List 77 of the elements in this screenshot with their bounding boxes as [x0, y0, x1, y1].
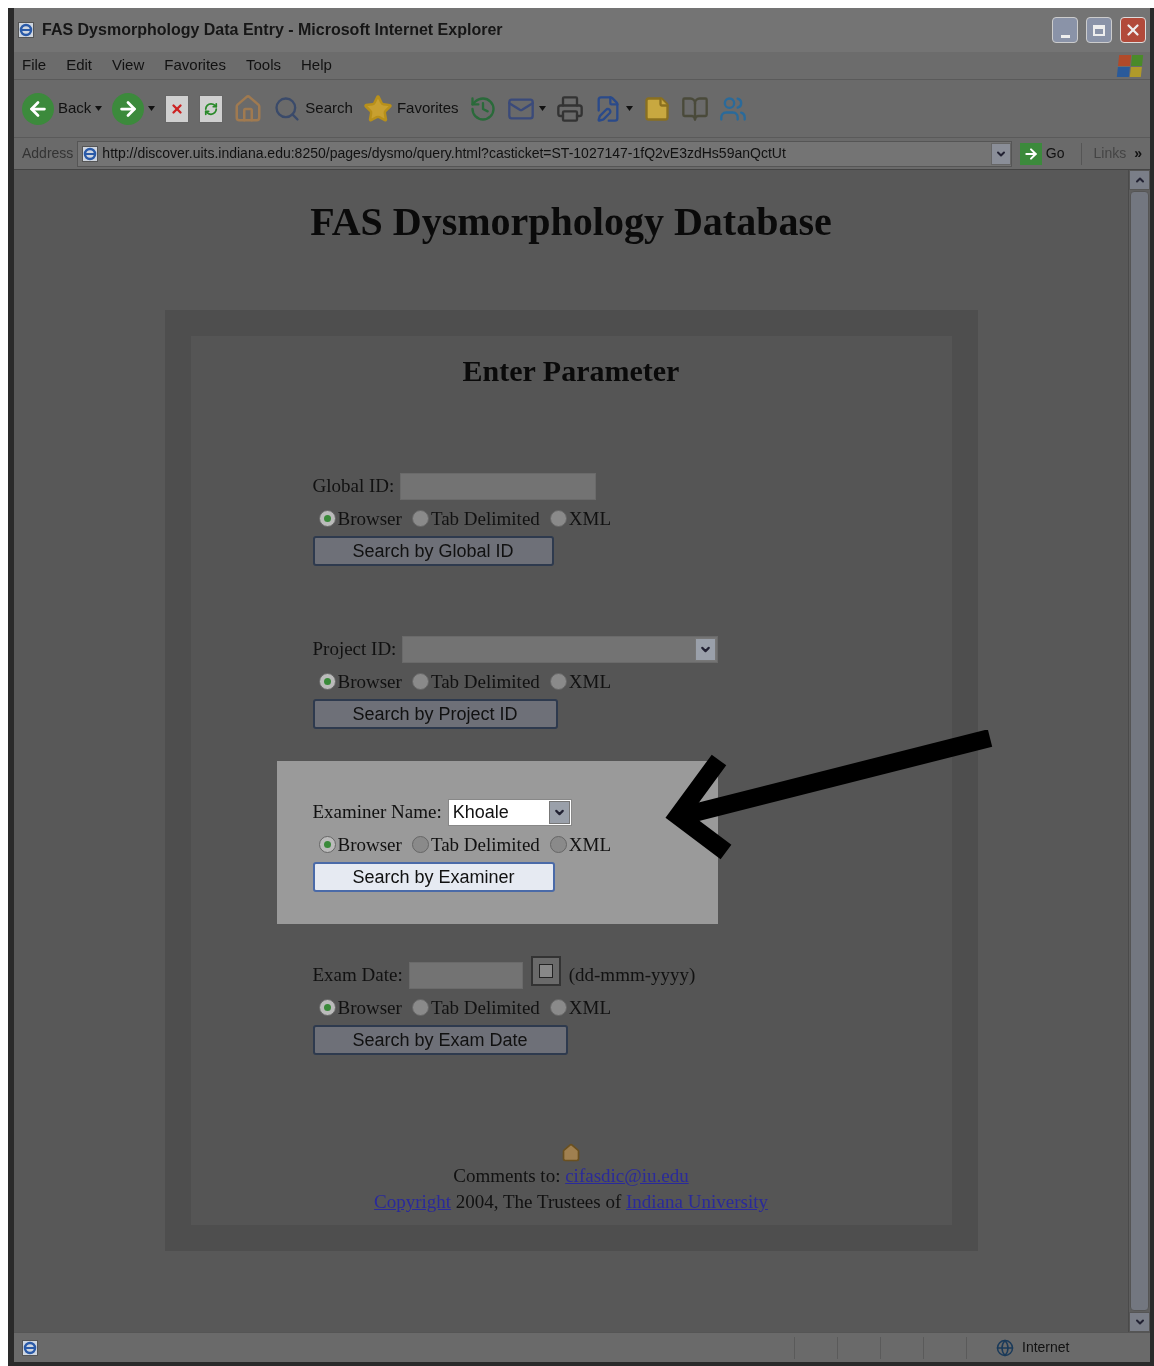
radio-option[interactable]: Browser: [318, 509, 402, 528]
page-icon: [82, 145, 99, 162]
date-format-hint: (dd-mmm-yyyy): [568, 962, 696, 987]
radio-option[interactable]: XML: [549, 998, 612, 1017]
menu-item[interactable]: Tools: [245, 54, 281, 77]
radio-option[interactable]: Tab Delimited: [411, 835, 540, 854]
people-icon: [718, 94, 747, 123]
radio-option[interactable]: Browser: [318, 672, 402, 691]
star-icon: [362, 93, 393, 124]
refresh-icon: [199, 94, 224, 123]
book-icon: [680, 94, 709, 123]
radio-option[interactable]: XML: [549, 672, 612, 691]
page-icon: [22, 1339, 38, 1356]
window-title: FAS Dysmorphology Data Entry - Microsoft Internet Explorer: [42, 20, 504, 40]
go-button[interactable]: Go: [1015, 142, 1069, 165]
search-button[interactable]: Search by Project ID: [312, 699, 558, 729]
text-field[interactable]: [400, 472, 597, 500]
toolbar-history-button[interactable]: [468, 94, 497, 123]
browser-icon: [18, 22, 34, 38]
address-label: Address: [22, 144, 74, 163]
toolbar-research-button[interactable]: [680, 94, 709, 123]
search-button[interactable]: Search by Exam Date: [312, 1025, 568, 1055]
history-icon: [468, 94, 497, 123]
radio-option[interactable]: Browser: [318, 835, 402, 854]
menu-item[interactable]: Favorites: [164, 54, 226, 77]
minimize-button[interactable]: [1052, 17, 1078, 43]
radio-option[interactable]: XML: [549, 835, 612, 854]
field-label: Project ID:: [312, 636, 397, 661]
caret-icon: [95, 106, 103, 111]
scrollbar[interactable]: [1128, 170, 1150, 1332]
field-label: Exam Date:: [312, 962, 403, 987]
menu-item[interactable]: Help: [301, 54, 332, 77]
note-icon: [642, 94, 671, 123]
caret-icon: [538, 106, 546, 111]
toolbar-favorites-button[interactable]: Favorites: [362, 93, 459, 124]
stop-icon: [165, 94, 190, 123]
field-label: Examiner Name:: [312, 799, 442, 824]
calendar-icon[interactable]: [530, 956, 561, 986]
caret-icon: [625, 106, 633, 111]
close-button[interactable]: [1120, 17, 1146, 43]
radio-option[interactable]: XML: [549, 509, 612, 528]
toolbar-forward-button[interactable]: [112, 92, 156, 125]
printer-icon: [555, 94, 584, 123]
form-heading: Enter Parameter: [462, 353, 680, 389]
comments-line: Comments to: cifasdic@iu.edu: [453, 1164, 689, 1188]
field-label: Global ID:: [312, 473, 395, 498]
home-icon: [233, 93, 264, 124]
radio-option[interactable]: Tab Delimited: [411, 672, 540, 691]
search-button[interactable]: Search by Global ID: [312, 536, 554, 566]
caret-icon: [148, 106, 156, 111]
toolbar-print-button[interactable]: [555, 94, 584, 123]
menu-item[interactable]: File: [22, 54, 47, 77]
dropdown[interactable]: [402, 635, 718, 663]
toolbar-refresh-button[interactable]: [199, 94, 224, 123]
maximize-button[interactable]: [1086, 17, 1112, 43]
zone-label: Internet: [1022, 1338, 1071, 1357]
globe-icon: [996, 1338, 1014, 1357]
menu-item[interactable]: View: [112, 54, 145, 77]
search-icon: [273, 94, 302, 123]
search-button[interactable]: Search by Examiner: [312, 862, 555, 892]
radio-option[interactable]: Browser: [318, 998, 402, 1017]
close-icon: [1124, 21, 1142, 39]
radio-option[interactable]: Tab Delimited: [411, 998, 540, 1017]
date-field[interactable]: [408, 961, 523, 989]
dropdown[interactable]: Khoale: [447, 798, 572, 826]
copyright-line: Copyright 2004, The Trustees of Indiana University: [374, 1190, 768, 1214]
toolbar-home-button[interactable]: [233, 93, 264, 124]
windows-logo-icon: [1116, 54, 1144, 77]
radio-option[interactable]: Tab Delimited: [411, 509, 540, 528]
address-field[interactable]: http://discover.uits.indiana.edu:8250/pages/dysmo/query.html?casticket=ST-1027147-1fQ2vE3zdHs59anQctUt: [77, 140, 1012, 167]
toolbar-search-button[interactable]: Search: [273, 94, 353, 123]
toolbar-back-button[interactable]: Back: [22, 92, 103, 125]
home-icon[interactable]: [561, 1143, 581, 1163]
page-title: FAS Dysmorphology Database: [310, 198, 832, 246]
toolbar-stop-button[interactable]: [165, 94, 190, 123]
toolbar-note-button[interactable]: [642, 94, 671, 123]
menu-item[interactable]: Edit: [66, 54, 93, 77]
